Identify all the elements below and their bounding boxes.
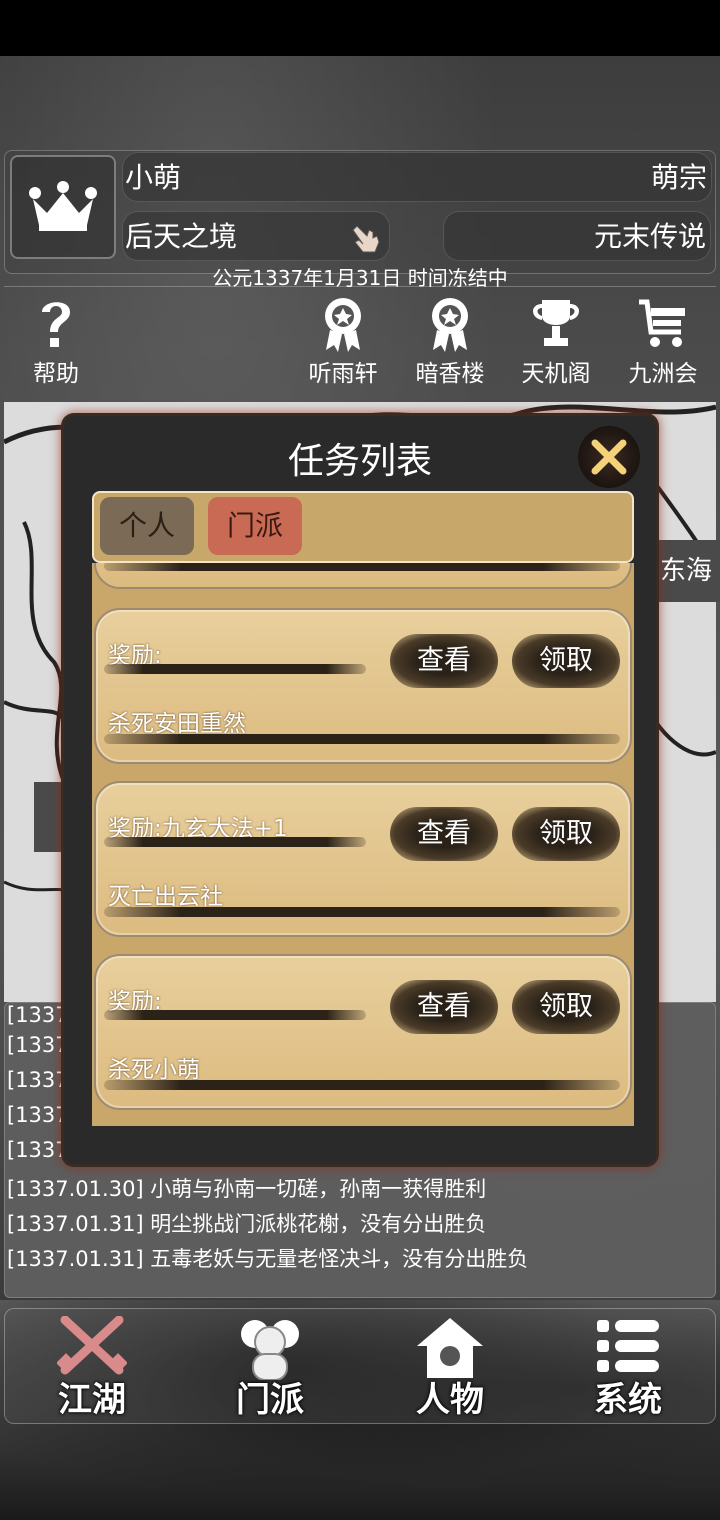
rosette-icon [432, 298, 468, 352]
log-line: [1337 [7, 1068, 69, 1092]
log-line: [1337 [7, 1103, 69, 1127]
crown-icon [29, 181, 97, 231]
sect-name: 萌宗 [650, 161, 707, 194]
nav-system[interactable]: 系统 [558, 1316, 698, 1420]
people-icon [241, 1320, 299, 1380]
log-line: [1337.01.30] 小萌与孙南一切磋，孙南一获得胜利 [7, 1177, 487, 1201]
close-button[interactable] [578, 426, 640, 488]
nav-jianghu[interactable]: 江湖 [22, 1316, 162, 1420]
claim-button[interactable]: 领取 [512, 634, 620, 688]
house-icon [417, 1318, 483, 1378]
log-line: [1337.01.31] 明尘挑战门派桃花榭，没有分出胜负 [7, 1212, 487, 1236]
task-description: 灭亡出云社 [108, 884, 223, 910]
dialog-title: 任务列表 [287, 441, 432, 482]
ink-stroke [104, 664, 366, 674]
legend-label: 元末传说 [593, 220, 706, 253]
status-bar [0, 0, 720, 56]
claim-button[interactable]: 领取 [512, 807, 620, 861]
log-line: [1337.01.31] 五毒老妖与无量老怪决斗，没有分出胜负 [7, 1247, 529, 1271]
crossed-swords-icon [57, 1316, 127, 1375]
nav-sect-label: 门派 [236, 1380, 304, 1420]
task-card: 奖励:九玄大法+1 查看 领取 灭亡出云社 [94, 781, 632, 937]
legend-button[interactable]: 元末传说 [443, 211, 711, 261]
ink-stroke [104, 563, 620, 571]
tab-sect[interactable]: 门派 [208, 497, 302, 555]
close-icon [591, 439, 627, 475]
dialog-tabs: 个人 门派 [92, 491, 634, 563]
nav-character[interactable]: 人物 [380, 1316, 520, 1420]
trophy-icon [533, 300, 579, 346]
hand-pointer-icon [352, 225, 380, 253]
menu-tingyuxuan[interactable]: 听雨轩 [293, 296, 393, 388]
ink-stroke [104, 907, 620, 917]
view-button[interactable]: 查看 [390, 980, 498, 1034]
rosette-icon [325, 298, 361, 352]
menu-anxianglou-label: 暗香楼 [415, 361, 485, 387]
realm-button[interactable]: 后天之境 [122, 211, 390, 261]
question-icon [42, 302, 70, 347]
cart-icon [639, 299, 685, 347]
view-button[interactable]: 查看 [390, 807, 498, 861]
ink-stroke [104, 1010, 366, 1020]
nav-sect[interactable]: 门派 [200, 1316, 340, 1420]
claim-button[interactable]: 领取 [512, 980, 620, 1034]
task-description: 杀死小萌 [108, 1057, 200, 1083]
menu-jiuzhouhui-label: 九洲会 [628, 361, 698, 387]
player-name: 小萌 [125, 161, 182, 194]
task-list[interactable]: 奖励: 查看 领取 杀死安田重然 奖励:九玄大法+1 查看 领取 灭亡出云社 奖… [92, 563, 634, 1126]
tab-personal[interactable]: 个人 [100, 497, 194, 555]
task-card: 奖励: 查看 领取 杀死小萌 [94, 954, 632, 1110]
nav-system-label: 系统 [594, 1380, 662, 1420]
nav-jianghu-label: 江湖 [58, 1380, 126, 1420]
list-icon [597, 1320, 659, 1372]
ink-stroke [104, 837, 366, 847]
task-card-partial [94, 563, 632, 589]
map-region-donghai[interactable]: 东海 [652, 540, 720, 602]
menu-tianjige[interactable]: 天机阁 [506, 296, 606, 388]
menu-tingyuxuan-label: 听雨轩 [308, 361, 378, 387]
menu-jiuzhouhui[interactable]: 九洲会 [613, 296, 713, 388]
menu-help-label: 帮助 [33, 361, 79, 387]
ink-stroke [104, 1080, 620, 1090]
avatar-crown-button[interactable] [10, 155, 116, 259]
realm-label: 后天之境 [125, 220, 238, 253]
menu-anxianglou[interactable]: 暗香楼 [400, 296, 500, 388]
view-button[interactable]: 查看 [390, 634, 498, 688]
task-card: 奖励: 查看 领取 杀死安田重然 [94, 608, 632, 764]
ink-stroke [104, 734, 620, 744]
player-info-pill: 小萌 萌宗 [122, 152, 712, 202]
menu-help[interactable]: 帮助 [6, 296, 106, 388]
nav-character-label: 人物 [416, 1380, 484, 1420]
task-description: 杀死安田重然 [108, 711, 246, 737]
menu-tianjige-label: 天机阁 [521, 361, 591, 387]
divider [4, 286, 716, 287]
